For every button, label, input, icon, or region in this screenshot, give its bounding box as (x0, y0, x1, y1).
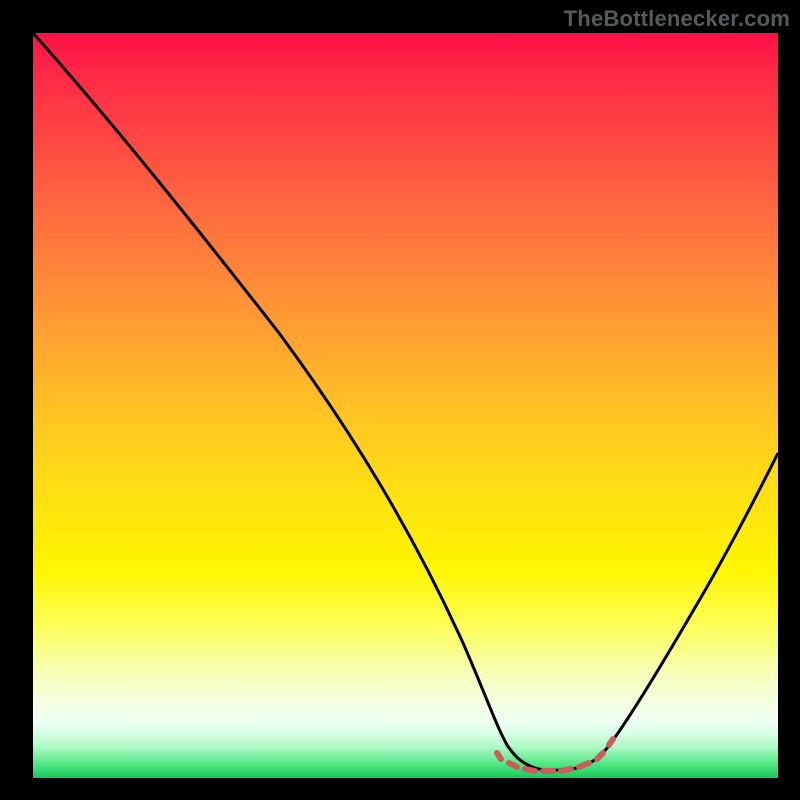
attribution-label: TheBottlenecker.com (564, 6, 790, 32)
plot-area (33, 33, 778, 778)
curve-layer (33, 33, 778, 778)
bottleneck-curve (33, 33, 778, 770)
bottleneck-chart: TheBottlenecker.com (0, 0, 800, 800)
